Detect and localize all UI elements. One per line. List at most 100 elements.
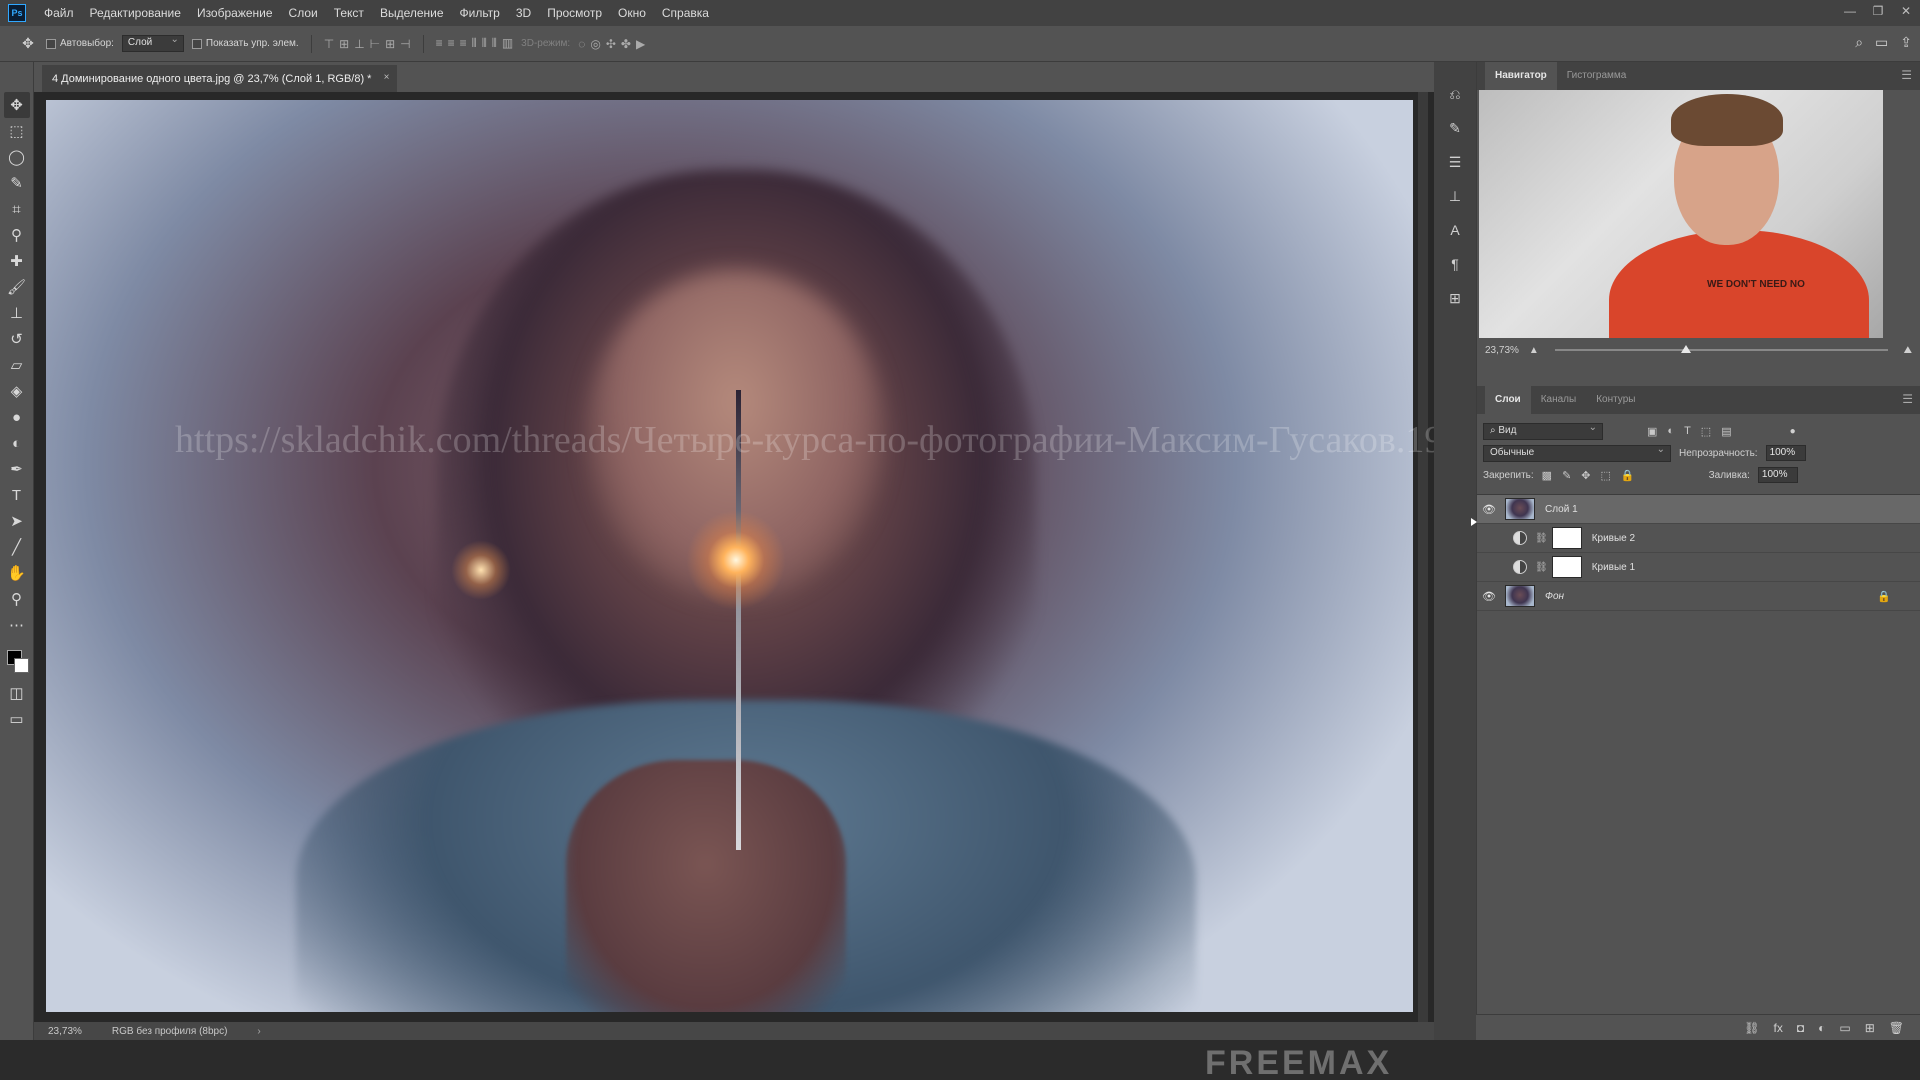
line-tool-icon[interactable]: ╱ [4,534,30,560]
tab-layers[interactable]: Слои [1485,386,1531,414]
layer-name[interactable]: Кривые 1 [1592,562,1635,573]
zoom-slider-knob[interactable] [1681,345,1692,353]
history-panel-icon[interactable]: ⎌ [1443,82,1467,106]
background-color-swatch[interactable] [13,658,29,673]
distribute-right-icon[interactable]: ⫴ [492,36,497,51]
tab-channels[interactable]: Каналы [1531,386,1587,414]
paint-bucket-tool-icon[interactable]: ◈ [4,378,30,404]
pen-tool-icon[interactable]: ✒ [4,456,30,482]
layer-style-icon[interactable]: fx [1774,1021,1783,1035]
menu-select[interactable]: Выделение [372,0,452,26]
align-vcenter-icon[interactable]: ⊞ [339,37,349,51]
properties-panel-icon[interactable]: ⊞ [1443,286,1467,310]
clone-stamp-tool-icon[interactable]: ⊥ [4,300,30,326]
layer-row-curves2[interactable]: 👁 ⛓ Кривые 2 [1477,524,1920,553]
filter-toggle-icon[interactable]: ● [1790,426,1796,437]
screen-mode-icon[interactable]: ▭ [4,706,30,732]
quick-select-tool-icon[interactable]: ✎ [4,170,30,196]
color-swatches[interactable] [3,644,31,680]
quick-mask-icon[interactable]: ◫ [4,680,30,706]
move-tool-preset-icon[interactable]: ✥ [18,35,38,52]
distribute-bottom-icon[interactable]: ≡ [460,36,467,51]
layer-name[interactable]: Слой 1 [1545,504,1578,515]
filter-type-icon[interactable]: T [1684,425,1691,438]
distribute-left-icon[interactable]: ⫴ [472,36,477,51]
more-tools-icon[interactable]: ⋯ [4,612,30,638]
roll-3d-icon[interactable]: ◎ [590,37,600,51]
lock-artboard-icon[interactable]: ⬚ [1601,469,1611,482]
marquee-tool-icon[interactable]: ⬚ [4,118,30,144]
layers-menu-icon[interactable]: ☰ [1902,392,1913,406]
lock-transparent-icon[interactable]: ▩ [1542,469,1552,482]
layer-mask-thumbnail[interactable] [1551,556,1582,578]
orbit-3d-icon[interactable]: ◌ [578,37,585,51]
new-adjustment-icon[interactable]: ◐ [1818,1021,1825,1035]
layer-kind-filter-select[interactable]: ⌕ Вид [1483,422,1603,440]
autoselect-target-select[interactable]: Слой [121,34,184,52]
align-hcenter-icon[interactable]: ⊞ [385,37,395,51]
tab-navigator[interactable]: Навигатор [1485,62,1557,90]
search-icon[interactable]: ⌕ [1855,34,1863,51]
zoom-tool-icon[interactable]: ⚲ [4,586,30,612]
fill-input[interactable]: 100% [1757,467,1798,483]
show-transform-check-icon[interactable] [191,38,202,49]
link-layers-icon[interactable]: ⛓ [1744,1021,1759,1035]
restore-button[interactable]: ❐ [1864,0,1892,22]
layer-row-background[interactable]: 👁 Фон 🔒 [1477,582,1920,611]
menu-file[interactable]: Файл [36,0,82,26]
close-document-icon[interactable]: × [384,72,390,83]
menu-help[interactable]: Справка [654,0,717,26]
tab-histogram[interactable]: Гистограмма [1557,62,1637,90]
eraser-tool-icon[interactable]: ▱ [4,352,30,378]
visibility-eye-icon[interactable]: 👁 [1477,590,1501,603]
align-top-icon[interactable]: ⊤ [324,37,334,51]
menu-view[interactable]: Просмотр [539,0,610,26]
auto-align-icon[interactable]: ▥ [502,36,513,51]
align-left-icon[interactable]: ⊢ [370,37,380,51]
workspace-icon[interactable]: ▭ [1875,34,1888,51]
status-zoom[interactable]: 23,73% [48,1026,82,1037]
delete-layer-icon[interactable]: 🗑 [1889,1021,1904,1035]
visibility-eye-icon[interactable]: 👁 [1477,532,1501,545]
navigator-zoom-value[interactable]: 23,73% [1485,345,1519,356]
pan-3d-icon[interactable]: ✣ [606,37,616,51]
menu-image[interactable]: Изображение [189,0,281,26]
new-group-icon[interactable]: ▭ [1839,1021,1850,1035]
brush-tool-icon[interactable]: 🖌 [4,274,30,300]
minimize-button[interactable]: — [1836,0,1864,22]
layer-mask-thumbnail[interactable] [1551,527,1582,549]
document-tab[interactable]: 4 Доминирование одного цвета.jpg @ 23,7%… [42,65,398,92]
slide-3d-icon[interactable]: ✤ [621,37,631,51]
navigator-preview[interactable]: WE DON'T NEED NO [1479,90,1883,338]
filter-smart-object-icon[interactable]: ▤ [1721,425,1731,438]
brush-settings-icon[interactable]: ✎ [1443,116,1467,140]
zoom-out-icon[interactable]: ▲ [1529,345,1539,356]
mask-link-icon[interactable]: ⛓ [1535,562,1548,573]
new-layer-icon[interactable]: ⊞ [1865,1021,1875,1035]
distribute-top-icon[interactable]: ≡ [436,36,443,51]
lasso-tool-icon[interactable]: ◯ [4,144,30,170]
crop-tool-icon[interactable]: ⌗ [4,196,30,222]
menu-edit[interactable]: Редактирование [82,0,189,26]
mask-link-icon[interactable]: ⛓ [1535,533,1548,544]
lock-all-icon[interactable]: 🔒 [1621,469,1635,482]
filter-pixel-icon[interactable]: ▣ [1647,425,1657,438]
menu-type[interactable]: Текст [326,0,372,26]
tab-paths[interactable]: Контуры [1586,386,1645,414]
clone-source-icon[interactable]: ⊥ [1443,184,1467,208]
filter-shape-icon[interactable]: ⬚ [1701,425,1711,438]
layer-row-curves1[interactable]: 👁 ⛓ Кривые 1 [1477,553,1920,582]
hand-tool-icon[interactable]: ✋ [4,560,30,586]
zoom-in-icon[interactable]: ⛰ [1904,345,1912,356]
video-3d-icon[interactable]: ▶ [636,37,645,51]
navigator-menu-icon[interactable]: ☰ [1901,68,1912,82]
document-image[interactable] [46,100,1413,1012]
distribute-hcenter-icon[interactable]: ⫴ [482,36,487,51]
autoselect-check-icon[interactable] [46,38,56,49]
blur-tool-icon[interactable]: ● [4,404,30,430]
dodge-tool-icon[interactable]: ◐ [4,430,30,456]
lock-image-icon[interactable]: ✎ [1562,469,1571,482]
character-panel-icon[interactable]: A [1443,218,1467,242]
visibility-eye-icon[interactable]: 👁 [1477,561,1501,574]
menu-layer[interactable]: Слои [281,0,326,26]
